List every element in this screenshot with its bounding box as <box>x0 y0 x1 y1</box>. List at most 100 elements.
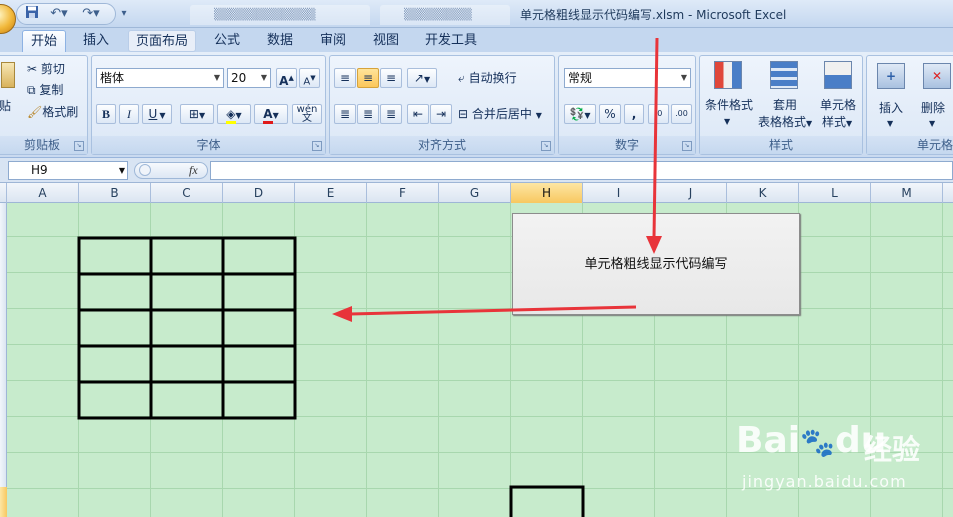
function-fx-icon[interactable]: fx <box>189 163 198 178</box>
tab-developer[interactable]: 开发工具 <box>418 30 484 52</box>
italic-button[interactable]: I <box>119 104 139 124</box>
column-header-c[interactable]: C <box>151 183 223 203</box>
merge-center-button[interactable]: ⊟ 合并后居中 ▼ <box>458 106 542 124</box>
align-right-button[interactable]: ≣ <box>380 104 402 124</box>
cut-button[interactable]: ✂ 剪切 <box>27 61 65 77</box>
format-as-table-label-2: 表格格式 <box>758 115 807 129</box>
insert-cells-button[interactable]: 插入 <box>879 100 903 116</box>
row-header-column[interactable] <box>0 203 7 517</box>
name-box[interactable]: H9 ▼ <box>8 161 128 180</box>
wrap-text-button[interactable]: ⤶ 自动换行 <box>458 70 517 86</box>
phonetic-button[interactable]: wén 文 <box>292 104 322 124</box>
column-header-m[interactable]: M <box>871 183 943 203</box>
tab-home[interactable]: 开始 <box>22 30 66 52</box>
tab-review[interactable]: 审阅 <box>311 30 355 52</box>
tab-insert[interactable]: 插入 <box>74 30 118 52</box>
customize-qat-icon[interactable]: ▾ <box>118 5 130 23</box>
format-painter-button[interactable]: 🖌格式刷 <box>27 104 78 120</box>
font-group: 楷体 ▼ 20 ▼ A▲ A▼ B I U ▼ ⊞▼ ◈▼ A▼ wén 文 字体 ↘ <box>91 55 326 155</box>
tab-page-layout[interactable]: 页面布局 <box>128 30 196 52</box>
alignment-group-label: 对齐方式 <box>330 136 554 154</box>
watermark-brand-bai: Bai <box>736 420 801 461</box>
font-name-value: 楷体 <box>100 71 125 85</box>
underline-button[interactable]: U ▼ <box>142 104 172 124</box>
fill-color-button[interactable]: ◈▼ <box>217 104 251 124</box>
delete-cells-button[interactable]: 删除 <box>921 100 945 116</box>
orientation-button[interactable]: ↗▼ <box>407 68 437 88</box>
grow-font-button[interactable]: A▲ <box>276 68 297 88</box>
column-header-l[interactable]: L <box>799 183 871 203</box>
column-header-row: A B C D E F G H I J K L M <box>0 183 953 203</box>
alignment-launcher-icon[interactable]: ↘ <box>541 141 551 151</box>
paste-button[interactable]: 贴 <box>0 98 11 114</box>
font-color-button[interactable]: A▼ <box>254 104 288 124</box>
borders-button[interactable]: ⊞▼ <box>180 104 214 124</box>
percent-button[interactable]: % <box>599 104 621 124</box>
bold-button[interactable]: B <box>96 104 116 124</box>
font-group-label: 字体 <box>92 136 325 154</box>
format-as-table-button[interactable]: 表格格式▼ <box>758 114 812 132</box>
cell-styles-label-1[interactable]: 单元格 <box>820 97 856 113</box>
column-header-k[interactable]: K <box>727 183 799 203</box>
expand-handle-icon[interactable] <box>139 164 151 176</box>
conditional-formatting-icon[interactable] <box>714 61 742 89</box>
delete-cells-icon[interactable]: ✕ <box>923 63 951 89</box>
decrease-decimal-button[interactable]: .00 <box>671 104 692 124</box>
increase-indent-button[interactable]: ⇥ <box>430 104 452 124</box>
column-header-d[interactable]: D <box>223 183 295 203</box>
align-center-button[interactable]: ≣ <box>357 104 379 124</box>
background-window-tab: ▒▒▒▒▒▒▒▒▒▒▒▒ <box>190 5 370 25</box>
shrink-font-button[interactable]: A▼ <box>299 68 320 88</box>
cells-group-label: 单元格 <box>867 136 953 154</box>
font-name-combo[interactable]: 楷体 ▼ <box>96 68 224 88</box>
alignment-group: ≡ ≡ ≡ ↗▼ ⤶ 自动换行 ≣ ≣ ≣ ⇤ ⇥ ⊟ 合并后居中 ▼ 对齐方式… <box>329 55 555 155</box>
redo-icon[interactable]: ↷▾ <box>78 5 104 23</box>
accounting-format-button[interactable]: 💱▼ <box>564 104 596 124</box>
font-size-combo[interactable]: 20 ▼ <box>227 68 271 88</box>
column-header-a[interactable]: A <box>7 183 79 203</box>
tab-view[interactable]: 视图 <box>364 30 408 52</box>
column-header-g[interactable]: G <box>439 183 511 203</box>
align-left-button[interactable]: ≣ <box>334 104 356 124</box>
align-top-button[interactable]: ≡ <box>334 68 356 88</box>
tab-formulas[interactable]: 公式 <box>205 30 249 52</box>
column-header-i[interactable]: I <box>583 183 655 203</box>
baidu-watermark: Bai🐾du 经验 jingyan.baidu.com <box>736 420 946 515</box>
align-bottom-button[interactable]: ≡ <box>380 68 402 88</box>
font-launcher-icon[interactable]: ↘ <box>312 141 322 151</box>
increase-decimal-button[interactable]: .0 <box>648 104 669 124</box>
macro-button[interactable]: 单元格粗线显示代码编写 <box>512 213 800 315</box>
formula-controls: fx <box>134 162 208 179</box>
selected-row-header[interactable] <box>0 487 7 517</box>
clipboard-launcher-icon[interactable]: ↘ <box>74 141 84 151</box>
insert-cells-icon[interactable]: + <box>877 63 905 89</box>
column-header-b[interactable]: B <box>79 183 151 203</box>
select-all-corner[interactable] <box>0 183 7 203</box>
decrease-indent-button[interactable]: ⇤ <box>407 104 429 124</box>
copy-button[interactable]: ⧉ 复制 <box>27 82 63 98</box>
number-format-combo[interactable]: 常规 ▼ <box>564 68 691 88</box>
watermark-site: 经验 <box>864 433 921 466</box>
column-header-e[interactable]: E <box>295 183 367 203</box>
paste-icon[interactable] <box>1 62 15 88</box>
column-header-h[interactable]: H <box>511 183 583 203</box>
format-as-table-label-1[interactable]: 套用 <box>773 97 797 113</box>
number-launcher-icon[interactable]: ↘ <box>682 141 692 151</box>
save-icon[interactable] <box>24 5 40 23</box>
tab-data[interactable]: 数据 <box>258 30 302 52</box>
column-header-f[interactable]: F <box>367 183 439 203</box>
column-header-j[interactable]: J <box>655 183 727 203</box>
cut-label: 剪切 <box>40 62 65 76</box>
conditional-formatting-button[interactable]: 条件格式 <box>705 97 753 113</box>
title-bar: ↶▾ ↷▾ ▾ ▒▒▒▒▒▒▒▒▒▒▒▒ ▒▒▒▒▒▒▒▒ 单元格粗线显示代码编… <box>0 0 953 28</box>
cell-styles-button[interactable]: 样式▼ <box>822 114 852 132</box>
comma-style-button[interactable]: , <box>624 104 644 124</box>
chevron-down-icon: ▼ <box>680 73 688 82</box>
format-painter-label: 格式刷 <box>42 105 79 119</box>
cell-styles-icon[interactable] <box>824 61 852 89</box>
formula-input[interactable] <box>210 161 953 180</box>
font-color-icon: A <box>263 107 273 124</box>
format-as-table-icon[interactable] <box>770 61 798 89</box>
undo-icon[interactable]: ↶▾ <box>46 5 72 23</box>
align-middle-button[interactable]: ≡ <box>357 68 379 88</box>
